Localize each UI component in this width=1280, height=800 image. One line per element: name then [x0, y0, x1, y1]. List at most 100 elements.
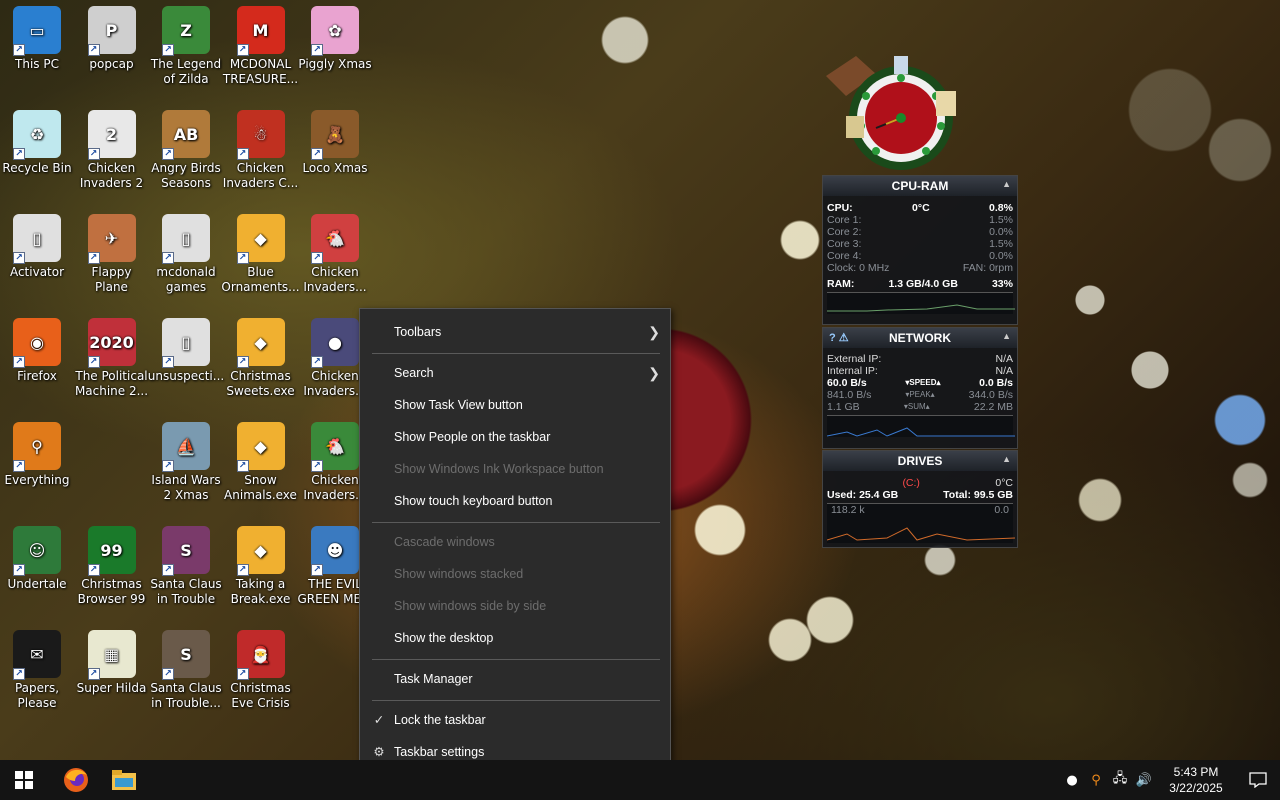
drive-activity-graph: 118.2 k 0.0 — [827, 503, 1015, 543]
menu-item-windows-stacked: Show windows stacked — [360, 560, 670, 588]
desktop-icon[interactable]: ◆ ↗ Taking a Break.exe — [223, 526, 299, 607]
desktop-icon[interactable]: Z ↗ The Legend of Zilda — [148, 6, 224, 87]
app-icon: 99 ↗ — [87, 526, 136, 576]
menu-separator — [372, 659, 660, 660]
search-icon[interactable]: ⚲ — [1084, 773, 1108, 788]
shortcut-arrow-icon: ↗ — [236, 44, 249, 56]
menu-item-label: Show touch keyboard button — [394, 494, 553, 508]
menu-item-show-desktop[interactable]: Show the desktop — [360, 624, 670, 652]
external-ip-value: N/A — [995, 353, 1013, 365]
desktop-icon[interactable]: 🐔 ↗ Chicken Invaders... — [297, 214, 373, 295]
shortcut-arrow-icon: ↗ — [87, 44, 100, 56]
drives-header[interactable]: DRIVES ▲ — [823, 451, 1017, 471]
desktop-icon[interactable]: ✉ ↗ Papers, Please — [0, 630, 75, 711]
app-icon: 2 ↗ — [87, 110, 136, 160]
desktop-icon[interactable]: ✿ ↗ Piggly Xmas — [297, 6, 373, 72]
menu-item-task-manager[interactable]: Task Manager — [360, 665, 670, 693]
desktop-icon[interactable]: M ↗ MCDONAL TREASURE... — [223, 6, 299, 87]
desktop-icon[interactable]: ◆ ↗ Blue Ornaments... — [221, 214, 300, 295]
desktop-icon-label: Blue Ornaments... — [221, 265, 300, 294]
desktop-icon[interactable]: P ↗ popcap — [74, 6, 150, 72]
cpu-value: 0.8% — [989, 202, 1013, 214]
desktop-icon[interactable]: ☃ ↗ Chicken Invaders C... — [223, 110, 299, 191]
app-icon: ☃ ↗ — [236, 110, 285, 160]
menu-item-search[interactable]: Search ❯ — [360, 359, 670, 387]
taskbar-file-explorer[interactable] — [100, 760, 148, 800]
desktop-icon[interactable]: ▯ ↗ mcdonald games — [148, 214, 224, 295]
desktop-icon[interactable]: 2020 ↗ The Political Machine 2... — [74, 318, 150, 399]
desktop-icon[interactable]: ▯ ↗ unsuspecti... — [148, 318, 224, 384]
peak-label: ▾PEAK▴ — [905, 390, 935, 399]
menu-item-label: Show Windows Ink Workspace button — [394, 462, 604, 476]
desktop-icon[interactable]: ⛵ ↗ Island Wars 2 Xmas — [148, 422, 224, 503]
core-value: 0.0% — [989, 250, 1013, 262]
desktop-icon[interactable]: ◆ ↗ Christmas Sweets.exe — [223, 318, 299, 399]
menu-item-label: Show People on the taskbar — [394, 430, 551, 444]
menu-item-show-people[interactable]: Show People on the taskbar — [360, 423, 670, 451]
app-icon: 🧸 ↗ — [311, 110, 359, 160]
menu-item-label: Show windows side by side — [394, 599, 547, 613]
desktop-icon-label: The Legend of Zilda — [150, 57, 222, 86]
network-icon[interactable]: 🖧 — [1108, 769, 1132, 791]
desktop-icon[interactable]: ◉ ↗ Firefox — [0, 318, 75, 384]
shortcut-arrow-icon: ↗ — [236, 460, 249, 472]
core-label: Core 1: — [827, 214, 862, 226]
desktop-icon-label: unsuspecti... — [147, 369, 225, 383]
app-icon: Z ↗ — [162, 6, 210, 56]
core-value: 1.5% — [989, 214, 1013, 226]
desktop-icon[interactable]: 🎅 ↗ Christmas Eve Crisis — [223, 630, 299, 711]
desktop-icon[interactable]: ✈ ↗ Flappy Plane — [74, 214, 150, 295]
shortcut-arrow-icon: ↗ — [236, 356, 249, 368]
desktop-icon-label: Snow Animals.exe — [224, 473, 297, 502]
desktop-icon[interactable]: ◆ ↗ Snow Animals.exe — [223, 422, 299, 503]
cpu-ram-header[interactable]: CPU-RAM ▲ — [823, 176, 1017, 196]
menu-item-show-task-view[interactable]: Show Task View button — [360, 391, 670, 419]
desktop-icon[interactable]: 2 ↗ Chicken Invaders 2 — [74, 110, 150, 191]
taskbar-firefox[interactable] — [52, 760, 100, 800]
chevron-right-icon: ❯ — [648, 365, 660, 381]
shortcut-arrow-icon: ↗ — [311, 460, 323, 472]
menu-item-show-touch-keyboard[interactable]: Show touch keyboard button — [360, 487, 670, 515]
cpu-ram-widget: CPU-RAM ▲ CPU: 0°C 0.8% Core 1: 1.5% Core … — [822, 175, 1018, 325]
taskbar[interactable]: ● ⚲ 🖧 🔊 5:43 PM 3/22/2025 — [0, 760, 1280, 800]
sum-label: ▾SUM▴ — [903, 402, 930, 411]
drive-used: Used: 25.4 GB — [827, 489, 899, 501]
desktop-icon-label: Super Hilda — [76, 681, 147, 695]
volume-icon[interactable]: 🔊 — [1132, 773, 1156, 788]
taskbar-context-menu: Toolbars ❯ Search ❯ Show Task View butto… — [359, 308, 671, 777]
desktop-icon[interactable]: ▦ ↗ Super Hilda — [74, 630, 150, 696]
collapse-caret-icon[interactable]: ▲ — [1002, 179, 1011, 189]
app-icon: ▯ ↗ — [162, 214, 210, 264]
collapse-caret-icon[interactable]: ▲ — [1002, 454, 1011, 464]
desktop-icon[interactable]: ⚲ ↗ Everything — [0, 422, 75, 488]
desktop-icon[interactable]: ♻ ↗ Recycle Bin — [0, 110, 75, 176]
app-icon: ☺ ↗ — [13, 526, 61, 576]
menu-item-lock-taskbar[interactable]: ✓ Lock the taskbar — [360, 706, 670, 734]
desktop-icon[interactable]: AB ↗ Angry Birds Seasons — [148, 110, 224, 191]
shortcut-arrow-icon: ↗ — [87, 356, 100, 368]
shortcut-arrow-icon: ↗ — [162, 356, 174, 368]
desktop-icon[interactable]: ▭ ↗ This PC — [0, 6, 75, 72]
collapse-caret-icon[interactable]: ▲ — [1002, 331, 1011, 341]
water-drop-icon[interactable]: ● — [1060, 773, 1084, 788]
desktop-icon-label: Christmas Sweets.exe — [226, 369, 295, 398]
desktop-icon[interactable]: S ↗ Santa Claus in Trouble... — [148, 630, 224, 711]
desktop-icon-label: mcdonald games — [156, 265, 216, 294]
clock[interactable]: 5:43 PM 3/22/2025 — [1156, 764, 1236, 796]
core-label: Core 4: — [827, 250, 862, 262]
help-warning-icon[interactable]: ? ⚠ — [829, 331, 849, 344]
desktop-icon[interactable]: ▯ ↗ Activator — [0, 214, 75, 280]
desktop-icon[interactable]: ☺ ↗ Undertale — [0, 526, 75, 592]
menu-item-toolbars[interactable]: Toolbars ❯ — [360, 318, 670, 346]
desktop-icon-label: Island Wars 2 Xmas — [151, 473, 221, 502]
desktop-icon[interactable]: 99 ↗ Christmas Browser 99 — [74, 526, 150, 607]
app-icon: ◆ ↗ — [236, 214, 285, 264]
notification-center-button[interactable] — [1236, 772, 1280, 788]
christmas-clock-gadget[interactable] — [826, 56, 976, 176]
network-header[interactable]: ? ⚠ NETWORK ▲ — [823, 328, 1017, 348]
desktop-icon[interactable]: S ↗ Santa Claus in Trouble — [148, 526, 224, 607]
start-button[interactable] — [0, 760, 48, 800]
desktop-icon[interactable]: 🧸 ↗ Loco Xmas — [297, 110, 373, 176]
firefox-icon — [64, 768, 88, 792]
app-icon: ✉ ↗ — [13, 630, 61, 680]
